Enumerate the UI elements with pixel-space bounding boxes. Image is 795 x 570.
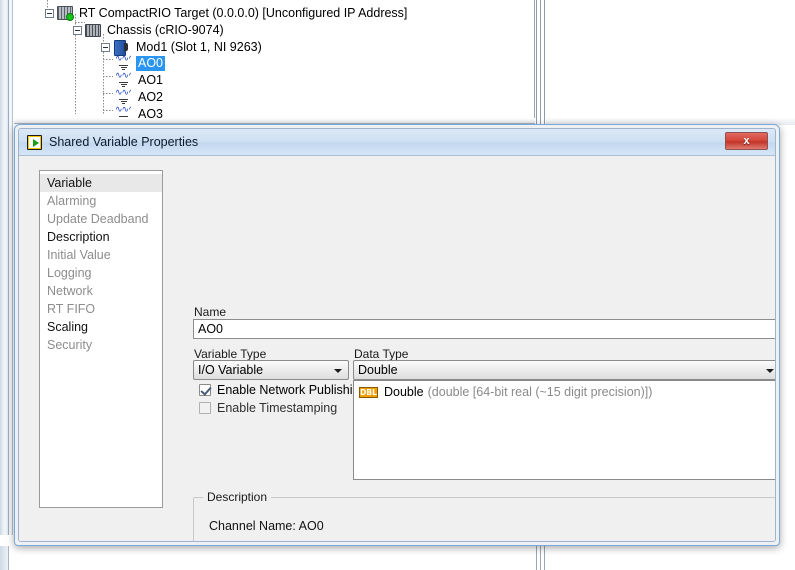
- analog-output-icon: ∿∿∿: [115, 89, 131, 105]
- collapse-toggle-icon[interactable]: [101, 42, 110, 52]
- tree-item-label: AO2: [138, 89, 164, 104]
- tree-connector: [103, 76, 113, 77]
- io-direction-label: I/O Direction: [209, 541, 278, 542]
- dialog-inner: Shared Variable Properties x Variable Al…: [18, 128, 776, 542]
- category-item-update-deadband[interactable]: Update Deadband: [40, 210, 162, 228]
- tree-item-label: Chassis (cRIO-9074): [107, 22, 224, 37]
- checkbox-icon[interactable]: [199, 384, 211, 396]
- checkbox-icon[interactable]: [199, 402, 211, 414]
- analog-output-icon: ∿∿∿: [115, 55, 131, 71]
- tree-item-ao0[interactable]: ∿∿∿ AO0: [115, 54, 166, 72]
- panel-divider: [540, 0, 541, 124]
- data-type-label: Data Type: [354, 347, 409, 361]
- tree-item-rt-target[interactable]: RT CompactRIO Target (0.0.0.0) [Unconfig…: [45, 4, 409, 22]
- checkbox-label: Enable Network Publishing: [217, 383, 367, 397]
- labview-vi-icon: [27, 134, 42, 150]
- panel-divider: [536, 0, 537, 124]
- tree-item-label: AO1: [138, 72, 164, 87]
- variable-type-value: I/O Variable: [198, 363, 264, 377]
- tree-connector: [103, 110, 113, 111]
- panel-divider: [544, 546, 545, 570]
- tree-connector: [103, 93, 113, 94]
- window-bottom-strip: [0, 546, 795, 570]
- category-item-scaling[interactable]: Scaling: [40, 318, 162, 336]
- category-item-alarming[interactable]: Alarming: [40, 192, 162, 210]
- category-list[interactable]: Variable Alarming Update Deadband Descri…: [39, 170, 163, 508]
- category-item-security[interactable]: Security: [40, 336, 162, 354]
- checkbox-label: Enable Timestamping: [217, 401, 338, 415]
- dbl-type-icon: DBL: [359, 386, 378, 398]
- tree-item-label: AO0: [136, 55, 166, 71]
- tree-connector: [103, 59, 113, 60]
- project-tree-panel: RT CompactRIO Target (0.0.0.0) [Unconfig…: [14, 0, 535, 121]
- data-type-value: Double: [358, 363, 398, 377]
- enable-timestamping-checkbox[interactable]: Enable Timestamping: [199, 401, 337, 415]
- variable-type-dropdown[interactable]: I/O Variable: [193, 360, 349, 380]
- tree-item-label: RT CompactRIO Target (0.0.0.0) [Unconfig…: [79, 5, 408, 20]
- name-label: Name: [194, 305, 227, 319]
- category-item-description[interactable]: Description: [40, 228, 162, 246]
- data-type-detail-row: DBL Double (double [64-bit real (~15 dig…: [354, 381, 775, 399]
- tree-item-label: Mod1 (Slot 1, NI 9263): [136, 39, 262, 54]
- data-type-dropdown[interactable]: Double: [353, 360, 775, 380]
- panel-divider: [544, 0, 545, 124]
- window-left-edge-inner: [9, 0, 13, 535]
- channel-name-text: Channel Name: AO0: [209, 519, 324, 533]
- window-bottom-left-edge: [0, 546, 9, 570]
- chevron-down-icon: [766, 369, 774, 373]
- category-item-network[interactable]: Network: [40, 282, 162, 300]
- description-groupbox-title: Description: [203, 490, 272, 504]
- category-item-logging[interactable]: Logging: [40, 264, 162, 282]
- right-pane: [546, 0, 795, 118]
- tree-item-ao2[interactable]: ∿∿∿ AO2: [115, 88, 165, 106]
- tree-item-chassis[interactable]: Chassis (cRIO-9074): [73, 21, 226, 39]
- dialog-title: Shared Variable Properties: [49, 135, 199, 149]
- close-button[interactable]: x: [725, 132, 768, 150]
- data-type-detail-description: (double [64-bit real (~15 digit precisio…: [427, 385, 653, 399]
- dialog-titlebar[interactable]: Shared Variable Properties x: [19, 129, 775, 156]
- shared-variable-properties-dialog: Shared Variable Properties x Variable Al…: [14, 124, 780, 546]
- panel-divider: [540, 546, 541, 570]
- chassis-icon: [85, 23, 101, 37]
- screen: RT CompactRIO Target (0.0.0.0) [Unconfig…: [0, 0, 795, 570]
- collapse-toggle-icon[interactable]: [45, 8, 54, 18]
- module-icon: [113, 40, 129, 56]
- variable-type-label: Variable Type: [194, 347, 267, 361]
- category-item-initial-value[interactable]: Initial Value: [40, 246, 162, 264]
- chevron-down-icon: [334, 369, 342, 373]
- name-input[interactable]: AO0: [193, 319, 775, 339]
- data-type-detail-name: Double: [384, 385, 424, 399]
- tree-item-ao1[interactable]: ∿∿∿ AO1: [115, 71, 165, 89]
- analog-output-icon: ∿∿∿: [115, 72, 131, 88]
- crio-target-icon: [57, 6, 74, 21]
- panel-divider: [536, 546, 537, 570]
- category-item-rt-fifo[interactable]: RT FIFO: [40, 300, 162, 318]
- enable-network-publishing-checkbox[interactable]: Enable Network Publishing: [199, 383, 366, 397]
- category-item-variable[interactable]: Variable: [40, 174, 162, 192]
- window-left-edge: [0, 0, 9, 535]
- data-type-detail-panel[interactable]: DBL Double (double [64-bit real (~15 dig…: [353, 380, 775, 480]
- collapse-toggle-icon[interactable]: [73, 25, 82, 35]
